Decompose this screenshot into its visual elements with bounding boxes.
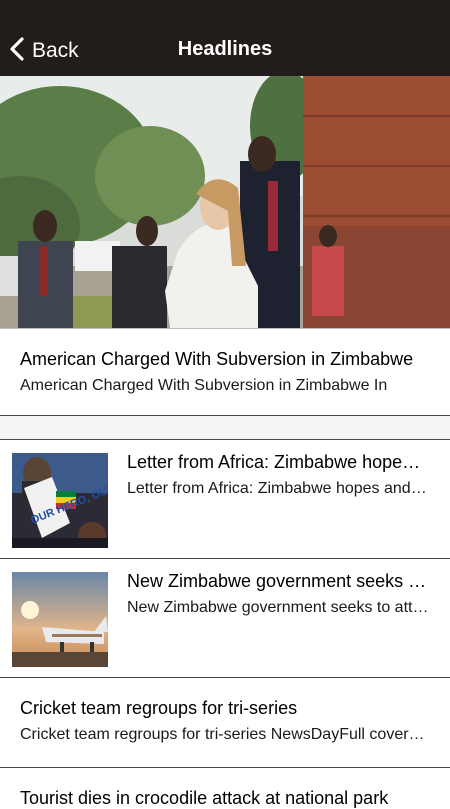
- section-divider: [0, 416, 450, 440]
- article-row[interactable]: OUR HERO, OUR HOPE Letter from Africa: Z…: [0, 440, 450, 559]
- article-summary: New Zimbabwe government seeks to attract: [127, 599, 429, 616]
- article-row[interactable]: American Charged With Subversion in Zimb…: [0, 329, 450, 416]
- article-title: New Zimbabwe government seeks foreign: [127, 571, 429, 591]
- article-summary: Letter from Africa: Zimbabwe hopes and f…: [127, 480, 429, 497]
- article-thumbnail: [12, 572, 108, 667]
- article-thumbnail: OUR HERO, OUR HOPE: [12, 453, 108, 548]
- article-title: American Charged With Subversion in Zimb…: [20, 349, 414, 369]
- article-summary: American Charged With Subversion in Zimb…: [20, 377, 388, 394]
- article-title: Cricket team regroups for tri-series: [20, 698, 298, 718]
- hero-image[interactable]: [0, 76, 450, 329]
- article-title: Tourist dies in crocodile attack at nati…: [20, 788, 389, 808]
- article-row[interactable]: Cricket team regroups for tri-series Cri…: [0, 678, 450, 768]
- page-title: Headlines: [177, 38, 273, 60]
- article-row[interactable]: New Zimbabwe government seeks foreign Ne…: [0, 559, 450, 678]
- article-title: Letter from Africa: Zimbabwe hopes and f…: [127, 452, 429, 472]
- navigation-bar: Back Headlines: [0, 0, 450, 76]
- article-row[interactable]: Tourist dies in crocodile attack at nati…: [0, 768, 450, 808]
- article-summary: Cricket team regroups for tri-series New…: [20, 726, 428, 743]
